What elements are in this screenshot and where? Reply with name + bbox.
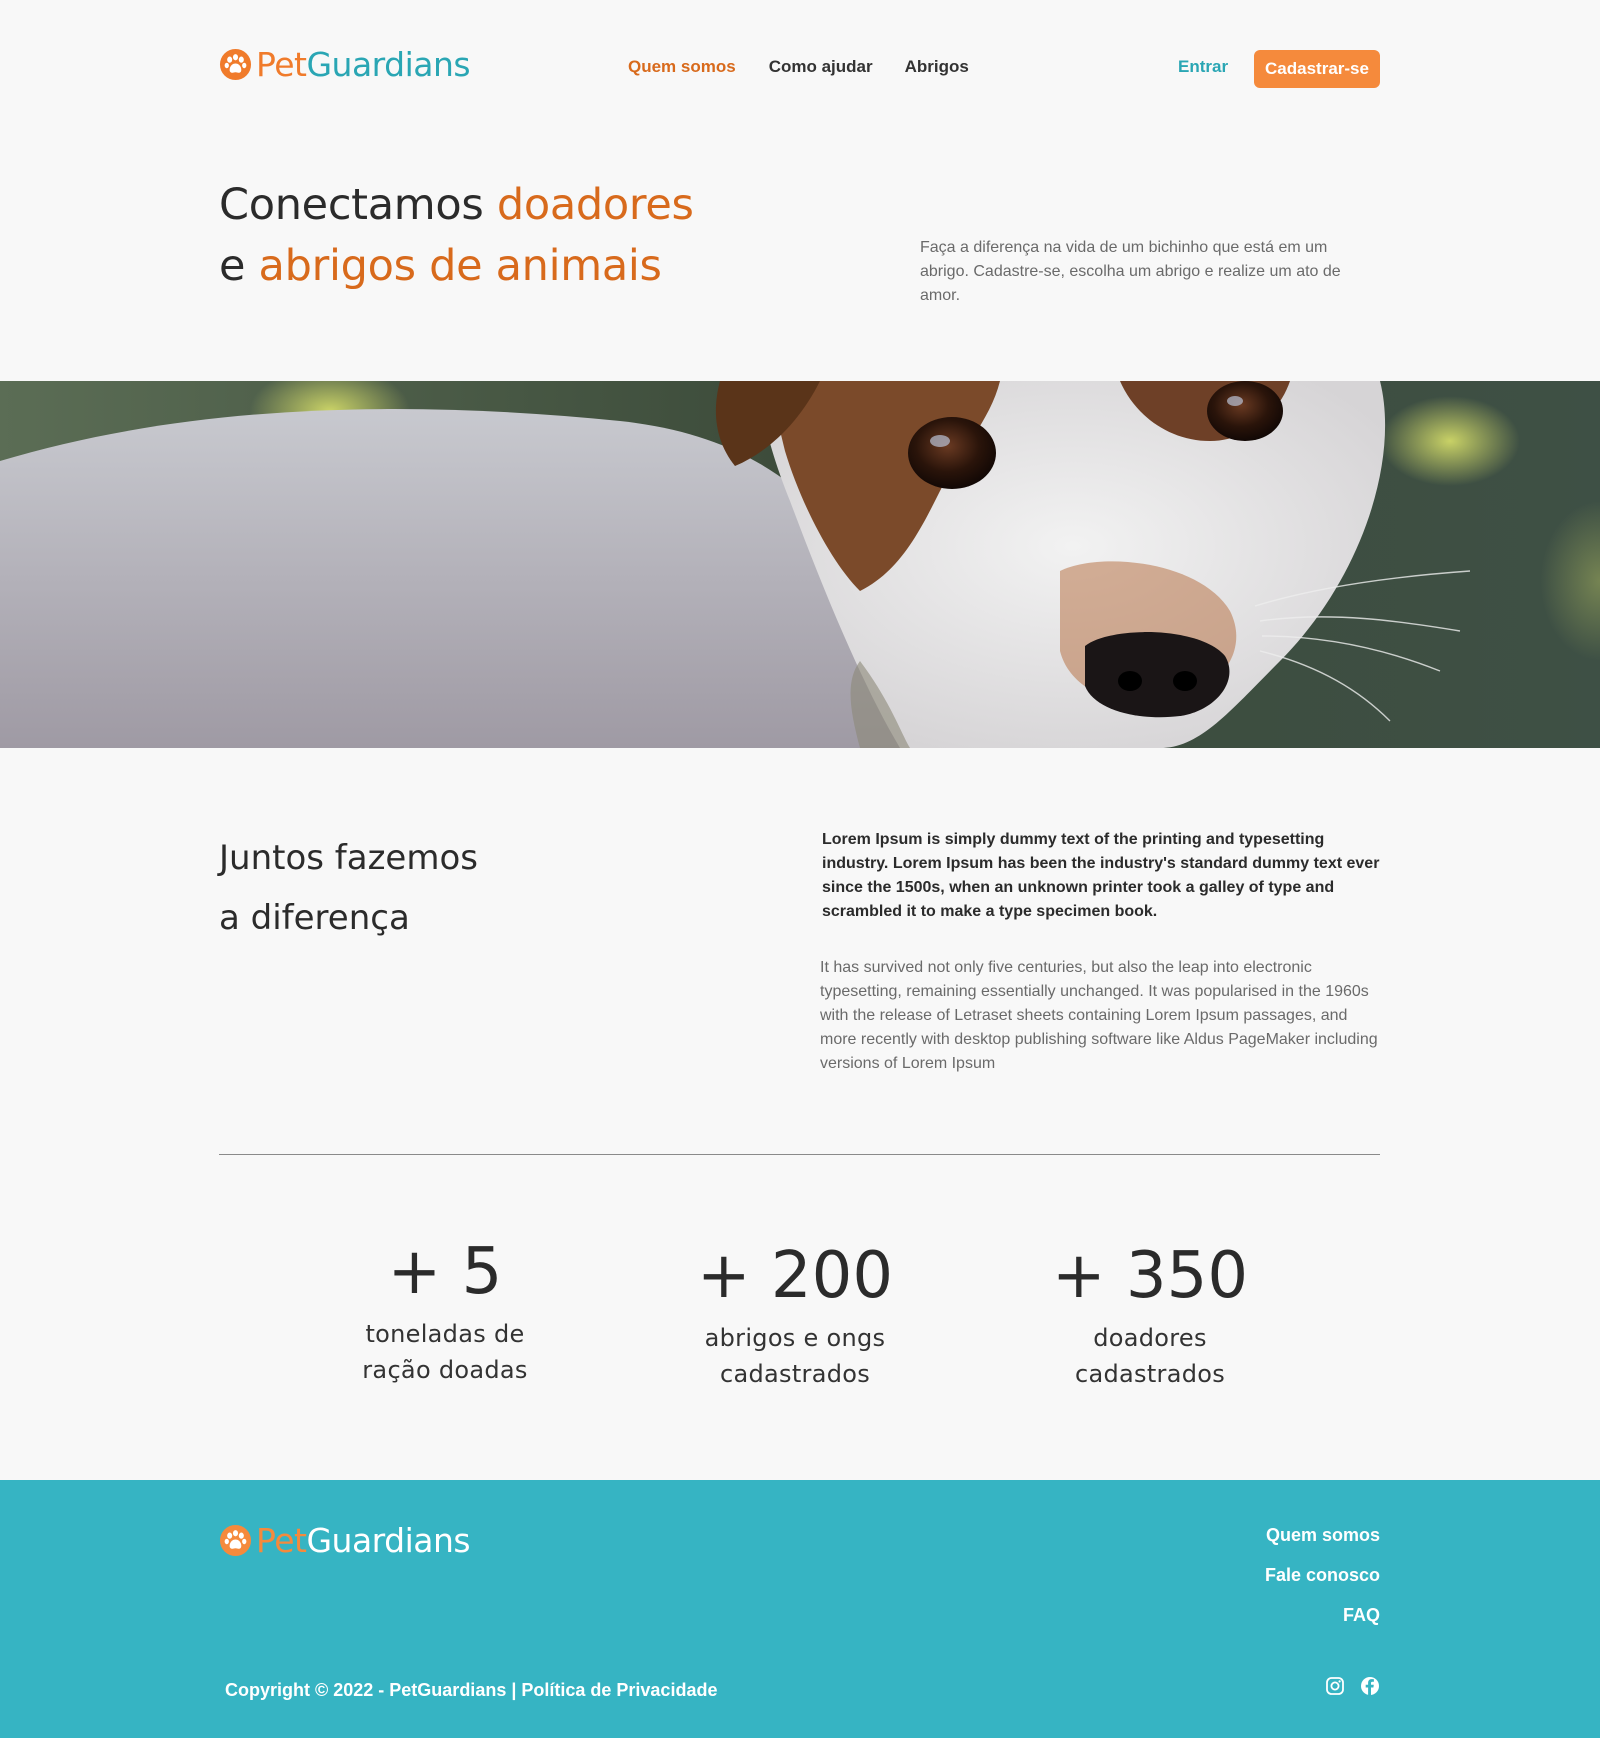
footer-link-faq[interactable]: FAQ <box>1265 1604 1380 1627</box>
facebook-icon[interactable] <box>1360 1676 1380 1696</box>
logo[interactable]: Pet Guardians <box>219 44 471 84</box>
stat-number: + 350 <box>1051 1239 1249 1313</box>
section-divider <box>219 1154 1380 1155</box>
hero-title-accent-1: doadores <box>496 180 694 230</box>
footer-logo[interactable]: Pet Guardians <box>219 1520 471 1560</box>
signup-button[interactable]: Cadastrar-se <box>1254 50 1380 88</box>
stat-number: + 200 <box>696 1239 894 1313</box>
main-nav: Quem somos Como ajudar Abrigos <box>628 57 969 77</box>
stat-abrigos: + 200 abrigos e ongs cadastrados <box>645 1236 945 1392</box>
copyright: Copyright © 2022 - PetGuardians | Políti… <box>225 1680 717 1701</box>
instagram-icon[interactable] <box>1325 1676 1345 1696</box>
stat-label: toneladas de ração doadas <box>295 1316 595 1388</box>
hero-description: Faça a diferença na vida de um bichinho … <box>920 239 1341 304</box>
about-body-paragraph: It has survived not only five centuries,… <box>820 959 1378 1072</box>
stat-number: + 5 <box>387 1235 503 1309</box>
logo-pet-text: Pet <box>256 44 307 84</box>
site-footer: Pet Guardians Quem somos Fale conosco FAQ… <box>0 1480 1600 1738</box>
hero-title: Conectamos doadores e abrigos de animais <box>219 175 694 297</box>
dog-illustration <box>0 381 1600 748</box>
stat-label-line-1: abrigos e ongs <box>704 1324 886 1352</box>
footer-links: Quem somos Fale conosco FAQ <box>1265 1524 1380 1627</box>
stat-label-line-1: doadores <box>1093 1324 1207 1352</box>
about-title: Juntos fazemos a diferença <box>219 828 478 948</box>
stat-label: doadores cadastrados <box>1000 1320 1300 1392</box>
footer-logo-guardians-text: Guardians <box>306 1520 471 1560</box>
footer-link-quem-somos[interactable]: Quem somos <box>1265 1524 1380 1547</box>
stat-label-line-2: cadastrados <box>1074 1360 1226 1388</box>
hero-title-plain-2: e <box>219 241 259 291</box>
nav-item-como-ajudar[interactable]: Como ajudar <box>769 57 873 77</box>
hero-title-plain-1: Conectamos <box>219 180 497 230</box>
stat-label: abrigos e ongs cadastrados <box>645 1320 945 1392</box>
stat-label-line-2: cadastrados <box>719 1360 871 1388</box>
nav-item-abrigos[interactable]: Abrigos <box>905 57 969 77</box>
about-title-line-2: a diferença <box>219 898 410 938</box>
about-lead-paragraph: Lorem Ipsum is simply dummy text of the … <box>822 831 1380 920</box>
footer-logo-pet-text: Pet <box>256 1520 307 1560</box>
site-header: Pet Guardians Quem somos Como ajudar Abri… <box>0 0 1600 135</box>
nav-item-quem-somos[interactable]: Quem somos <box>628 57 736 77</box>
hero-banner-dog-image <box>0 381 1600 748</box>
stat-doadores: + 350 doadores cadastrados <box>1000 1236 1300 1392</box>
copyright-text: Copyright © 2022 - PetGuardians | <box>225 1680 522 1700</box>
about-title-line-1: Juntos fazemos <box>219 838 478 878</box>
login-link[interactable]: Entrar <box>1178 57 1228 77</box>
privacy-policy-link[interactable]: Política de Privacidade <box>521 1680 717 1700</box>
stat-racao: + 5 toneladas de ração doadas <box>295 1232 595 1388</box>
footer-link-fale-conosco[interactable]: Fale conosco <box>1265 1564 1380 1587</box>
stat-label-line-2: ração doadas <box>362 1356 528 1384</box>
hero-title-accent-2: abrigos de animais <box>258 241 662 291</box>
stat-label-line-1: toneladas de <box>365 1320 525 1348</box>
social-links <box>1325 1676 1380 1696</box>
paw-icon <box>219 1524 252 1556</box>
logo-guardians-text: Guardians <box>306 44 471 84</box>
paw-icon <box>219 48 252 80</box>
